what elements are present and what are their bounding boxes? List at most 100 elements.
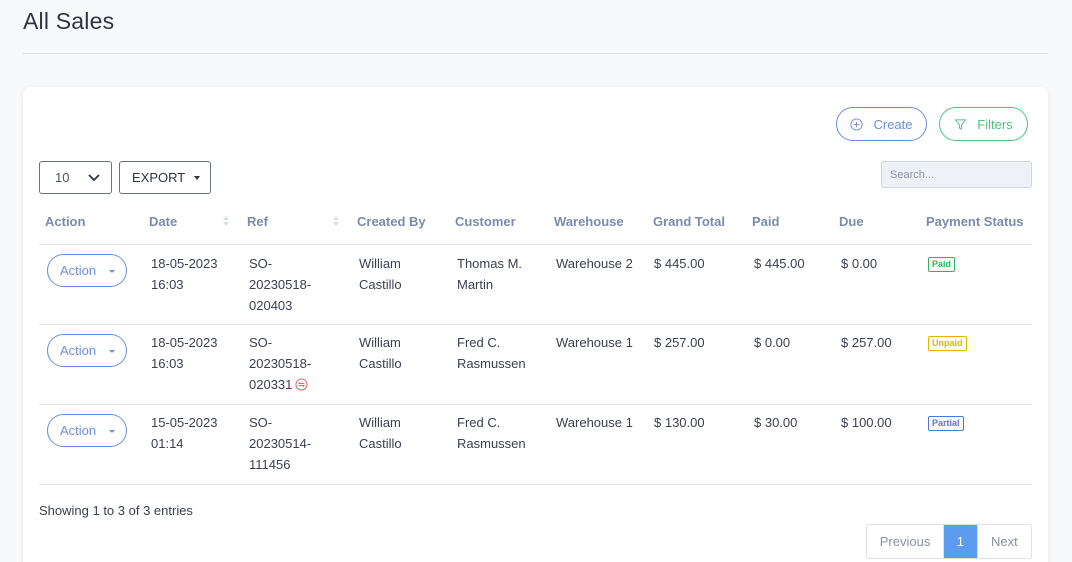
export-label: EXPORT bbox=[132, 170, 186, 185]
entries-info: Showing 1 to 3 of 3 entries bbox=[39, 503, 193, 518]
plus-circle-icon bbox=[850, 117, 864, 131]
ref-part: SO- bbox=[249, 256, 273, 271]
time-value: 01:14 bbox=[151, 436, 184, 451]
customer-last: Martin bbox=[457, 277, 494, 292]
time-value: 16:03 bbox=[151, 356, 184, 371]
return-icon[interactable] bbox=[295, 378, 308, 391]
ref-cell: SO- 20230518- 020403 bbox=[249, 253, 311, 316]
warehouse-cell: Warehouse 1 bbox=[556, 335, 633, 350]
customer-last: Rasmussen bbox=[457, 356, 526, 371]
customer-first: Thomas M. bbox=[457, 256, 523, 271]
created-by-first: William bbox=[359, 256, 401, 271]
created-by-last: Castillo bbox=[359, 277, 402, 292]
customer-last: Rasmussen bbox=[457, 436, 526, 451]
ref-part: 20230518- bbox=[249, 277, 312, 292]
search-input[interactable] bbox=[881, 161, 1032, 188]
created-by-last: Castillo bbox=[359, 356, 402, 371]
page-length-value: 10 bbox=[55, 170, 70, 185]
customer-cell: Fred C. Rasmussen bbox=[457, 332, 526, 374]
customer-first: Fred C. bbox=[457, 335, 501, 350]
time-value: 16:03 bbox=[151, 277, 184, 292]
create-label: Create bbox=[873, 116, 913, 132]
previous-page-button[interactable]: Previous bbox=[867, 525, 945, 558]
create-button[interactable]: Create bbox=[836, 107, 927, 141]
due-cell: $ 257.00 bbox=[841, 335, 892, 350]
page-1-button[interactable]: 1 bbox=[944, 525, 977, 558]
col-grand-total[interactable]: Grand Total bbox=[653, 214, 725, 229]
sort-icon[interactable] bbox=[333, 216, 339, 228]
chevron-down-icon bbox=[88, 174, 100, 182]
table-row: Action 15-05-2023 01:14 SO- 20230514- 11… bbox=[39, 405, 1032, 485]
ref-part: 020331 bbox=[249, 377, 293, 392]
col-due[interactable]: Due bbox=[839, 214, 864, 229]
col-payment-status[interactable]: Payment Status bbox=[926, 214, 1024, 229]
created-by-first: William bbox=[359, 415, 401, 430]
warehouse-cell: Warehouse 2 bbox=[556, 256, 633, 271]
grand-total-cell: $ 257.00 bbox=[654, 335, 705, 350]
ref-part-row: 020331 bbox=[249, 374, 311, 395]
grand-total-cell: $ 130.00 bbox=[654, 415, 705, 430]
pagination: Previous 1 Next bbox=[866, 524, 1032, 559]
created-by-cell: William Castillo bbox=[359, 253, 402, 295]
due-cell: $ 0.00 bbox=[841, 256, 878, 271]
status-badge: Partial bbox=[928, 416, 964, 431]
action-label: Action bbox=[60, 343, 97, 358]
col-date[interactable]: Date bbox=[149, 214, 177, 229]
ref-part: 111456 bbox=[249, 457, 291, 472]
warehouse-cell: Warehouse 1 bbox=[556, 415, 633, 430]
export-button[interactable]: EXPORT bbox=[119, 161, 211, 194]
date-cell: 18-05-2023 16:03 bbox=[151, 253, 218, 295]
filters-button[interactable]: Filters bbox=[939, 107, 1028, 141]
ref-part: 20230514- bbox=[249, 436, 312, 451]
sort-icon[interactable] bbox=[223, 216, 229, 228]
caret-down-icon bbox=[194, 176, 200, 180]
table-header: Action Date Ref Created By Customer Ware… bbox=[39, 204, 1032, 245]
ref-cell: SO- 20230514- 111456 bbox=[249, 412, 311, 475]
paid-cell: $ 30.00 bbox=[754, 415, 798, 430]
created-by-cell: William Castillo bbox=[359, 412, 402, 454]
paid-cell: $ 445.00 bbox=[754, 256, 805, 271]
col-paid[interactable]: Paid bbox=[752, 214, 779, 229]
ref-cell: SO- 20230518- 020331 bbox=[249, 332, 311, 395]
col-warehouse[interactable]: Warehouse bbox=[554, 214, 624, 229]
caret-down-icon bbox=[109, 430, 115, 433]
customer-first: Fred C. bbox=[457, 415, 501, 430]
ref-part: 20230518- bbox=[249, 356, 312, 371]
grand-total-cell: $ 445.00 bbox=[654, 256, 705, 271]
created-by-last: Castillo bbox=[359, 436, 402, 451]
col-customer[interactable]: Customer bbox=[455, 214, 516, 229]
action-label: Action bbox=[60, 263, 97, 278]
action-button[interactable]: Action bbox=[47, 254, 127, 287]
next-page-button[interactable]: Next bbox=[976, 525, 1031, 558]
ref-part: SO- bbox=[249, 335, 273, 350]
action-button[interactable]: Action bbox=[47, 334, 127, 367]
filter-icon bbox=[954, 118, 967, 130]
page-length-select[interactable]: 10 bbox=[39, 161, 112, 194]
date-value: 18-05-2023 bbox=[151, 335, 218, 350]
due-cell: $ 100.00 bbox=[841, 415, 892, 430]
date-value: 18-05-2023 bbox=[151, 256, 218, 271]
caret-down-icon bbox=[109, 270, 115, 273]
date-value: 15-05-2023 bbox=[151, 415, 218, 430]
paid-cell: $ 0.00 bbox=[754, 335, 791, 350]
title-divider bbox=[23, 53, 1048, 54]
action-button[interactable]: Action bbox=[47, 414, 127, 447]
ref-part: 020403 bbox=[249, 298, 293, 313]
col-ref[interactable]: Ref bbox=[247, 214, 268, 229]
status-badge: Unpaid bbox=[928, 336, 967, 351]
table-row: Action 18-05-2023 16:03 SO- 20230518- 02… bbox=[39, 325, 1032, 405]
page-title: All Sales bbox=[23, 8, 115, 34]
date-cell: 15-05-2023 01:14 bbox=[151, 412, 218, 454]
table-row: Action 18-05-2023 16:03 SO- 20230518- 02… bbox=[39, 245, 1032, 325]
col-created-by[interactable]: Created By bbox=[357, 214, 426, 229]
filters-label: Filters bbox=[977, 116, 1013, 132]
created-by-first: William bbox=[359, 335, 401, 350]
caret-down-icon bbox=[109, 350, 115, 353]
col-action[interactable]: Action bbox=[45, 214, 85, 229]
customer-cell: Thomas M. Martin bbox=[457, 253, 522, 295]
sales-card: Create Filters 10 EXPORT Action Date Ref… bbox=[23, 87, 1048, 562]
created-by-cell: William Castillo bbox=[359, 332, 402, 374]
customer-cell: Fred C. Rasmussen bbox=[457, 412, 526, 454]
ref-part: SO- bbox=[249, 415, 273, 430]
status-badge: Paid bbox=[928, 257, 956, 272]
